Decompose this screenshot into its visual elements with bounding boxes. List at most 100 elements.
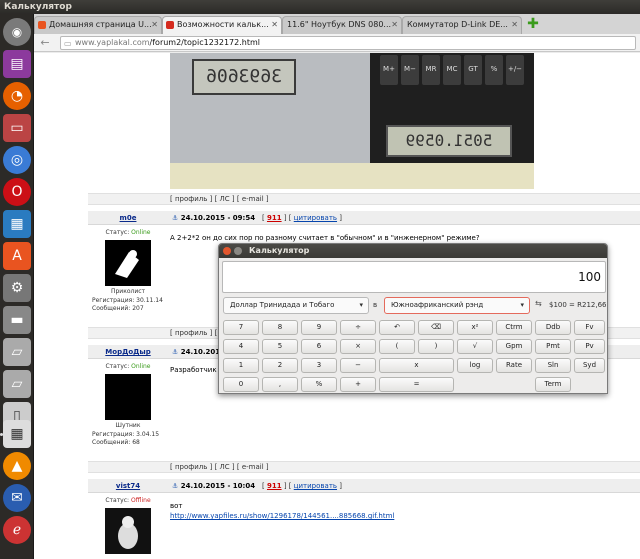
settings-icon[interactable]: ⚙ bbox=[3, 274, 31, 302]
key-comma[interactable]: , bbox=[262, 377, 298, 392]
to-currency-select[interactable]: Южноафриканский рэнд ▾ bbox=[384, 297, 530, 314]
key-1[interactable]: 1 bbox=[223, 358, 259, 373]
post-author[interactable]: МорДоДыр bbox=[88, 345, 168, 359]
key-close-paren[interactable]: ) bbox=[418, 339, 454, 354]
key-divide[interactable]: ÷ bbox=[340, 320, 376, 335]
key-pv[interactable]: Pv bbox=[574, 339, 605, 354]
avatar bbox=[105, 240, 151, 286]
post-author[interactable]: m0e bbox=[88, 211, 168, 225]
key-open-paren[interactable]: ( bbox=[379, 339, 415, 354]
key-0[interactable]: 0 bbox=[223, 377, 259, 392]
post-header: vist74 ⚓ 24.10.2015 - 10:04 [ 911 ] [ ци… bbox=[88, 479, 640, 493]
pdf-icon[interactable]: ℯ bbox=[3, 516, 31, 544]
nav-bar: ← ▭ www.yaplakal.com/forum2/topic1232172… bbox=[34, 34, 640, 52]
key-7[interactable]: 7 bbox=[223, 320, 259, 335]
vlc-icon[interactable]: ▲ bbox=[3, 452, 31, 480]
url-host: www.yaplakal.com bbox=[75, 38, 150, 47]
key-multiply[interactable]: × bbox=[340, 339, 376, 354]
tab-label: Коммутатор D-Link DE... bbox=[407, 20, 508, 29]
close-icon[interactable]: ✕ bbox=[151, 17, 158, 33]
post-body: вот http://www.yapfiles.ru/show/1296178/… bbox=[170, 501, 394, 521]
tab-home[interactable]: Домашняя страница U... ✕ bbox=[34, 16, 162, 34]
key-9[interactable]: 9 bbox=[301, 320, 337, 335]
profile-links-text[interactable]: [ профиль ] [ ЛС ] [ e-mail ] bbox=[170, 194, 269, 205]
key-rate[interactable]: Rate bbox=[496, 358, 532, 373]
quote-link[interactable]: цитировать bbox=[294, 482, 337, 490]
software-center-icon[interactable]: A bbox=[3, 242, 31, 270]
pin-icon: ⚓ bbox=[172, 214, 179, 222]
app-icon[interactable]: ▤ bbox=[3, 50, 31, 78]
tab-label: 11.6" Ноутбук DNS 080... bbox=[287, 20, 392, 29]
disk2-icon[interactable]: ▱ bbox=[3, 370, 31, 398]
thunderbird-icon[interactable]: ✉ bbox=[3, 484, 31, 512]
key-add[interactable]: + bbox=[340, 377, 376, 392]
writer-icon[interactable]: ▦ bbox=[3, 210, 31, 238]
ubuntu-favicon-icon bbox=[38, 21, 46, 29]
tab-dns[interactable]: 11.6" Ноутбук DNS 080... ✕ bbox=[282, 16, 402, 34]
msg-count: Сообщений: 207 bbox=[92, 305, 144, 312]
key-ctrm[interactable]: Ctrm bbox=[496, 320, 532, 335]
swap-currency-icon[interactable]: ⇆ bbox=[535, 299, 542, 308]
post-sidebar: Статус: Offline bbox=[88, 497, 168, 556]
new-tab-plus-icon[interactable]: ✚ bbox=[526, 17, 540, 31]
profile-links-text[interactable]: [ профиль ] [ ЛС ] [ e-mail ] bbox=[170, 462, 269, 473]
tab-dlink[interactable]: Коммутатор D-Link DE... ✕ bbox=[402, 16, 522, 34]
key-sln[interactable]: Sln bbox=[535, 358, 571, 373]
key-log[interactable]: log bbox=[457, 358, 493, 373]
key-sqrt[interactable]: √ bbox=[457, 339, 493, 354]
key-2[interactable]: 2 bbox=[262, 358, 298, 373]
tab-active[interactable]: Возможности кальк... ✕ bbox=[162, 16, 282, 34]
user-rank: Шутник bbox=[115, 422, 141, 429]
close-icon[interactable]: ✕ bbox=[391, 17, 398, 33]
calculator-icon[interactable]: ▦ bbox=[3, 420, 31, 448]
minimize-window-icon[interactable] bbox=[234, 247, 242, 255]
rep-count[interactable]: 911 bbox=[267, 482, 282, 490]
opera-icon[interactable]: O bbox=[3, 178, 31, 206]
from-currency-label: Доллар Тринидада и Тобаго bbox=[230, 301, 335, 309]
key-syd[interactable]: Syd bbox=[574, 358, 605, 373]
rep-count[interactable]: 911 bbox=[267, 214, 282, 222]
calculator-display[interactable]: 100 bbox=[222, 261, 606, 293]
pin-icon: ⚓ bbox=[172, 348, 179, 356]
close-window-icon[interactable] bbox=[223, 247, 231, 255]
firefox-icon[interactable]: ◔ bbox=[3, 82, 31, 110]
quote-link[interactable]: цитировать bbox=[294, 214, 337, 222]
avatar bbox=[105, 508, 151, 554]
key-term[interactable]: Term bbox=[535, 377, 571, 392]
disk-icon[interactable]: ▱ bbox=[3, 338, 31, 366]
tab-label: Домашняя страница U... bbox=[49, 20, 152, 29]
post-author[interactable]: vist74 bbox=[88, 479, 168, 493]
status-label: Статус: bbox=[105, 229, 130, 236]
key-8[interactable]: 8 bbox=[262, 320, 298, 335]
drive-icon[interactable]: ▬ bbox=[3, 306, 31, 334]
close-icon[interactable]: ✕ bbox=[511, 17, 518, 33]
key-3[interactable]: 3 bbox=[301, 358, 337, 373]
key-equals[interactable]: = bbox=[379, 377, 454, 392]
key-square[interactable]: x² bbox=[457, 320, 493, 335]
files-icon[interactable]: ▭ bbox=[3, 114, 31, 142]
profile-links: [ профиль ] [ ЛС ] [ e-mail ] bbox=[88, 461, 640, 473]
url-bar[interactable]: ▭ www.yaplakal.com/forum2/topic1232172.h… bbox=[60, 36, 636, 50]
post-date: 24.10.2015 - 09:54 bbox=[180, 214, 256, 222]
key-ddb[interactable]: Ddb bbox=[535, 320, 571, 335]
close-icon[interactable]: ✕ bbox=[271, 17, 278, 33]
from-currency-select[interactable]: Доллар Тринидада и Тобаго ▾ bbox=[223, 297, 369, 314]
post-photo: 3693606 M+ M− MR MC GT% +/− 5051.0599 bbox=[170, 53, 534, 189]
key-fv[interactable]: Fv bbox=[574, 320, 605, 335]
key-5[interactable]: 5 bbox=[262, 339, 298, 354]
msg-count: Сообщений: 68 bbox=[92, 439, 140, 446]
dash-icon[interactable]: ◉ bbox=[3, 18, 31, 46]
post-link[interactable]: http://www.yapfiles.ru/show/1296178/1445… bbox=[170, 511, 394, 521]
reg-date: Регистрация: 30.11.14 bbox=[92, 297, 163, 304]
chromium-icon[interactable]: ◎ bbox=[3, 146, 31, 174]
key-4[interactable]: 4 bbox=[223, 339, 259, 354]
back-arrow-icon[interactable]: ← bbox=[38, 36, 52, 50]
undo-icon[interactable]: ↶ bbox=[379, 320, 415, 335]
key-gpm[interactable]: Gpm bbox=[496, 339, 532, 354]
key-6[interactable]: 6 bbox=[301, 339, 337, 354]
key-x[interactable]: x bbox=[379, 358, 454, 373]
key-percent[interactable]: % bbox=[301, 377, 337, 392]
backspace-icon[interactable]: ⌫ bbox=[418, 320, 454, 335]
key-subtract[interactable]: − bbox=[340, 358, 376, 373]
key-pmt[interactable]: Pmt bbox=[535, 339, 571, 354]
